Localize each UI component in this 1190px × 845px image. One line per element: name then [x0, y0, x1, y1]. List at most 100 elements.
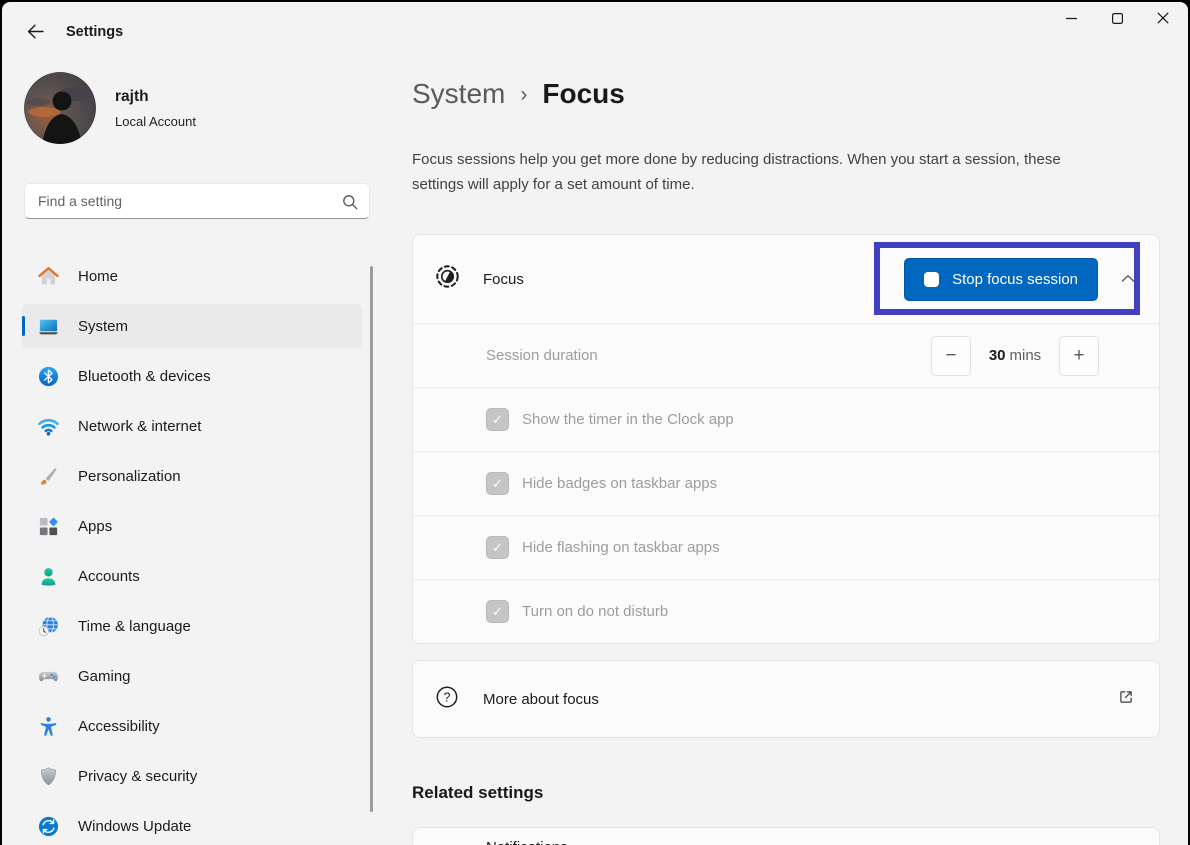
close-button[interactable]	[1140, 2, 1186, 38]
checkbox-show-timer[interactable]: ✓	[486, 408, 509, 431]
sidebar-item-accessibility[interactable]: Accessibility	[22, 704, 362, 748]
increase-duration-button[interactable]: +	[1059, 336, 1099, 376]
more-about-focus-label: More about focus	[483, 691, 599, 708]
search-box	[24, 183, 370, 219]
sidebar-item-windows-update[interactable]: Windows Update	[22, 804, 362, 845]
maximize-icon	[1112, 11, 1123, 29]
home-icon	[36, 264, 60, 288]
sidebar-item-label: Privacy & security	[78, 768, 197, 785]
focus-timer-icon	[435, 264, 460, 294]
sidebar-nav: Home System Bluetooth & devic	[22, 254, 362, 845]
bluetooth-icon	[36, 364, 60, 388]
sidebar-item-bluetooth-devices[interactable]: Bluetooth & devices	[22, 354, 362, 398]
option-label: Hide flashing on taskbar apps	[522, 539, 720, 556]
gaming-icon	[36, 664, 60, 688]
sidebar-item-privacy-security[interactable]: Privacy & security	[22, 754, 362, 798]
focus-card: Focus Stop focus session Session duratio…	[412, 234, 1160, 644]
chevron-up-icon	[1121, 270, 1135, 288]
minus-icon: −	[945, 345, 956, 367]
help-icon: ?	[435, 685, 459, 714]
search-input[interactable]	[25, 184, 369, 218]
user-name: rajth	[115, 88, 149, 106]
window-title: Settings	[66, 24, 123, 40]
option-row-hide-flashing: ✓ Hide flashing on taskbar apps	[413, 515, 1159, 579]
windows-update-icon	[36, 814, 60, 838]
notifications-card[interactable]: Notifications	[412, 827, 1160, 845]
sidebar-item-gaming[interactable]: Gaming	[22, 654, 362, 698]
sidebar-item-home[interactable]: Home	[22, 254, 362, 298]
checkmark-icon: ✓	[492, 412, 503, 428]
sidebar-item-label: Accounts	[78, 568, 140, 585]
accessibility-icon	[36, 714, 60, 738]
sidebar-item-apps[interactable]: Apps	[22, 504, 362, 548]
maximize-button[interactable]	[1094, 2, 1140, 38]
checkmark-icon: ✓	[492, 540, 503, 556]
session-duration-row: Session duration − 30mins +	[413, 323, 1159, 387]
focus-header-row: Focus Stop focus session	[413, 235, 1159, 323]
page-title: Focus	[542, 78, 624, 110]
page-description: Focus sessions help you get more done by…	[412, 147, 1112, 197]
close-icon	[1157, 11, 1169, 29]
sidebar-item-label: Bluetooth & devices	[78, 368, 211, 385]
network-icon	[36, 414, 60, 438]
focus-title: Focus	[483, 271, 524, 288]
minimize-icon	[1066, 11, 1077, 29]
selected-indicator	[22, 316, 25, 336]
stop-focus-session-button[interactable]: Stop focus session	[904, 258, 1098, 301]
decrease-duration-button[interactable]: −	[931, 336, 971, 376]
stop-button-label: Stop focus session	[952, 271, 1078, 288]
option-row-show-timer: ✓ Show the timer in the Clock app	[413, 387, 1159, 451]
minimize-button[interactable]	[1048, 2, 1094, 38]
duration-stepper: − 30mins +	[931, 336, 1099, 376]
window-controls	[1048, 2, 1186, 38]
search-icon	[342, 194, 358, 215]
sidebar-item-label: Personalization	[78, 468, 181, 485]
sidebar-item-label: Home	[78, 268, 118, 285]
sidebar-item-label: Network & internet	[78, 418, 201, 435]
checkbox-hide-flashing[interactable]: ✓	[486, 536, 509, 559]
duration-unit: mins	[1010, 347, 1042, 364]
sidebar-item-network-internet[interactable]: Network & internet	[22, 404, 362, 448]
user-avatar[interactable]	[24, 72, 96, 144]
external-link-icon	[1117, 688, 1135, 711]
sidebar-item-label: System	[78, 318, 128, 335]
session-duration-label: Session duration	[486, 347, 598, 364]
checkmark-icon: ✓	[492, 604, 503, 620]
option-label: Hide badges on taskbar apps	[522, 475, 717, 492]
system-icon	[36, 314, 60, 338]
breadcrumb-system[interactable]: System	[412, 78, 505, 110]
related-settings-heading: Related settings	[412, 783, 543, 803]
privacy-icon	[36, 764, 60, 788]
option-row-do-not-disturb: ✓ Turn on do not disturb	[413, 579, 1159, 643]
sidebar-item-system[interactable]: System	[22, 304, 362, 348]
sidebar-item-accounts[interactable]: Accounts	[22, 554, 362, 598]
user-account-type: Local Account	[115, 114, 196, 129]
duration-value: 30mins	[983, 347, 1047, 364]
sidebar-item-label: Gaming	[78, 668, 131, 685]
notifications-label: Notifications	[486, 839, 568, 845]
sidebar-item-time-language[interactable]: Time & language	[22, 604, 362, 648]
breadcrumb: System › Focus	[412, 78, 625, 110]
apps-icon	[36, 514, 60, 538]
option-row-hide-badges: ✓ Hide badges on taskbar apps	[413, 451, 1159, 515]
checkbox-do-not-disturb[interactable]: ✓	[486, 600, 509, 623]
stop-icon	[924, 272, 939, 287]
settings-window: Settings rajth Local Account	[2, 2, 1188, 845]
sidebar-item-label: Windows Update	[78, 818, 191, 835]
checkbox-hide-badges[interactable]: ✓	[486, 472, 509, 495]
duration-number: 30	[989, 347, 1006, 364]
personalization-icon	[36, 464, 60, 488]
checkmark-icon: ✓	[492, 476, 503, 492]
back-icon	[27, 24, 44, 44]
sidebar-item-personalization[interactable]: Personalization	[22, 454, 362, 498]
breadcrumb-separator: ›	[520, 83, 527, 107]
accounts-icon	[36, 564, 60, 588]
more-about-focus-card[interactable]: ? More about focus	[412, 660, 1160, 738]
back-button[interactable]	[20, 20, 50, 48]
plus-icon: +	[1073, 345, 1084, 367]
option-label: Show the timer in the Clock app	[522, 411, 734, 428]
svg-text:?: ?	[444, 690, 451, 704]
sidebar-scrollbar[interactable]	[370, 266, 373, 812]
collapse-chevron[interactable]	[1119, 266, 1137, 292]
sidebar-item-label: Accessibility	[78, 718, 160, 735]
